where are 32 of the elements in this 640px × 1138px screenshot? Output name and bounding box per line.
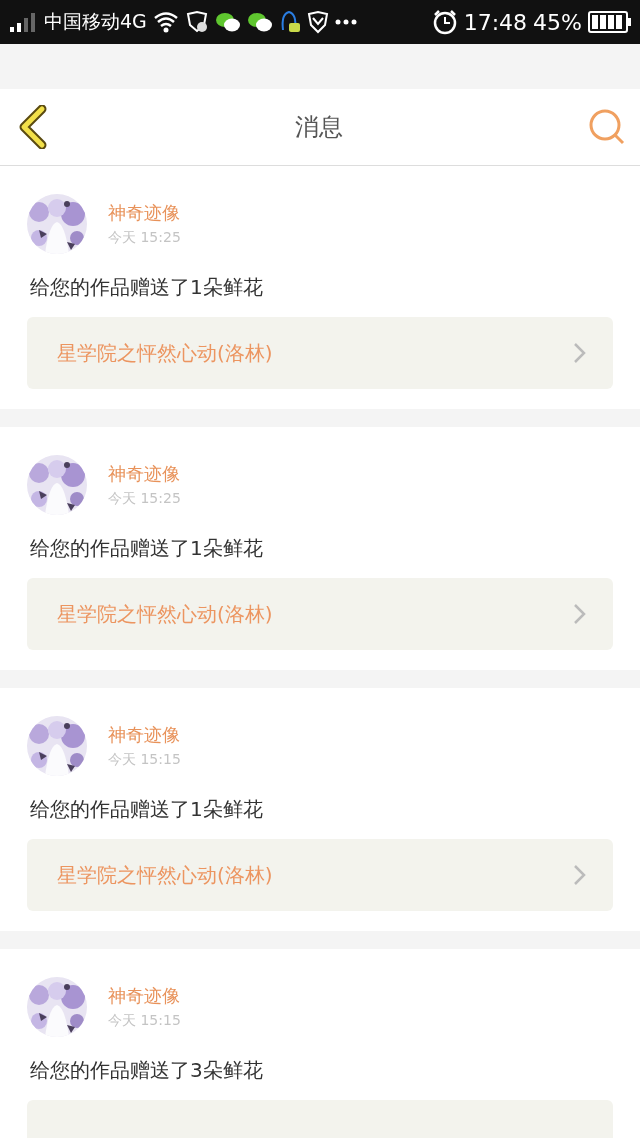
- message-time: 今天 15:25: [108, 229, 181, 247]
- message-text: 给您的作品赠送了1朵鲜花: [30, 274, 264, 301]
- sender-name[interactable]: 神奇迹像: [108, 984, 181, 1008]
- chevron-right-icon: [573, 603, 587, 625]
- message-time: 今天 15:25: [108, 490, 181, 508]
- chevron-right-icon: [573, 342, 587, 364]
- shield-icon: [306, 10, 329, 34]
- signal-icon: [8, 11, 38, 33]
- battery-percent: 45%: [533, 9, 582, 35]
- shield-icon: [184, 10, 209, 34]
- chat-icon: [214, 11, 241, 33]
- work-link[interactable]: 星学院之怦然心动(洛林): [27, 839, 613, 911]
- carrier-label: 中国移动4G: [44, 9, 147, 34]
- sender-name[interactable]: 神奇迹像: [108, 462, 181, 486]
- page-title: 消息: [295, 112, 343, 143]
- more-icon: [334, 18, 357, 26]
- work-link[interactable]: 星学院之怦然心动(洛林): [27, 578, 613, 650]
- work-link[interactable]: 星学院之怦然心动(洛林): [27, 317, 613, 389]
- message-time: 今天 15:15: [108, 751, 181, 769]
- message-text: 给您的作品赠送了1朵鲜花: [30, 535, 264, 562]
- chevron-right-icon: [573, 864, 587, 886]
- clock-time: 17:48: [463, 9, 528, 35]
- wifi-icon: [152, 10, 179, 34]
- sender-name[interactable]: 神奇迹像: [108, 201, 181, 225]
- battery-icon: [588, 11, 632, 33]
- alarm-icon: [431, 9, 458, 35]
- search-icon[interactable]: [588, 108, 626, 146]
- sender-name[interactable]: 神奇迹像: [108, 723, 181, 747]
- message-text: 给您的作品赠送了1朵鲜花: [30, 796, 264, 823]
- message-text: 给您的作品赠送了3朵鲜花: [30, 1057, 264, 1084]
- chat-icon: [246, 11, 273, 33]
- message-time: 今天 15:15: [108, 1012, 181, 1030]
